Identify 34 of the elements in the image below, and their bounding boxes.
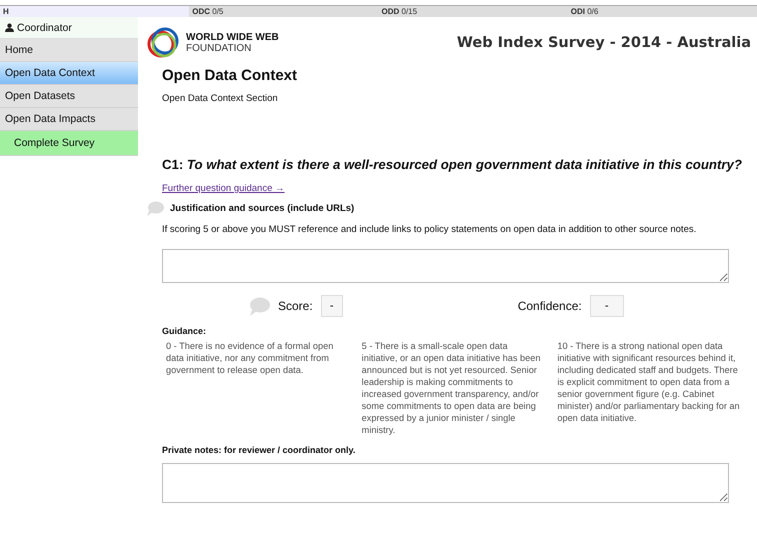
score-label: Score: (278, 299, 313, 313)
score-select[interactable]: - (320, 295, 343, 317)
guidance-text: 5 - There is a small-scale open data initiative, or an open data initiative has been announced but is not yet resourced. Senior leadership is making commitments to increased government transparency, and/or some commitments to open data are being expressed by a junior minister / single ministry. (362, 340, 542, 436)
survey-title: Web Index Survey - 2014 - Australia (456, 35, 751, 51)
sidebar-item[interactable]: Home (0, 39, 138, 62)
notes-field[interactable] (162, 463, 729, 503)
section-subtitle: Open Data Context Section (162, 93, 279, 104)
sidebar-item[interactable]: Open Datasets (0, 85, 138, 108)
help-text: If scoring 5 or above you MUST reference and include links to policy statements on open data in addition to other source notes. (162, 223, 698, 237)
section-tab[interactable]: H (0, 6, 190, 17)
section-tab[interactable]: ODD 0/15 (378, 6, 568, 17)
confidence-label: Confidence: (518, 299, 582, 313)
logo-text: WORLD WIDE WEB (186, 32, 279, 43)
sidebar-item[interactable]: Open Data Impacts (0, 108, 138, 131)
section-tab[interactable]: ODC 0/5 (189, 6, 378, 17)
question-text: C1: To what extent is there a well-resourced open government data initiative in this country? (162, 157, 743, 172)
field-label: Private notes: for reviewer / coordinator only. (162, 445, 356, 455)
justification-field[interactable] (162, 249, 729, 283)
user-name: Coordinator (17, 22, 72, 34)
comment-icon[interactable] (248, 296, 270, 316)
guidance-text: 0 - There is no evidence of a formal open data initiative, nor any commitment from government to release open data. (166, 340, 334, 377)
sidebar-item[interactable]: Open Data Context (0, 62, 138, 85)
guidance-text: 10 - There is a strong national open data initiative with significant resources behind it, including dedicated staff and budgets. There is explicit commitment to open data from a senior government figure (e.g. Cabinet minister) and/or parliamentary backing for an open data initiative. (557, 340, 741, 425)
comment-icon[interactable] (146, 201, 164, 216)
field-label: Justification and sources (include URLs) (170, 203, 354, 214)
user-icon (5, 23, 14, 32)
logo-icon (146, 26, 180, 60)
guidance-title: Guidance: (162, 326, 208, 336)
section-title: Open Data Context (162, 67, 298, 84)
confidence-select[interactable]: - (590, 295, 624, 317)
guidance-link[interactable]: Further question guidance → (162, 183, 285, 194)
sidebar-item[interactable]: Complete Survey (0, 131, 138, 156)
section-tab[interactable]: ODI 0/6 (568, 6, 757, 17)
logo-text: FOUNDATION (186, 43, 252, 54)
